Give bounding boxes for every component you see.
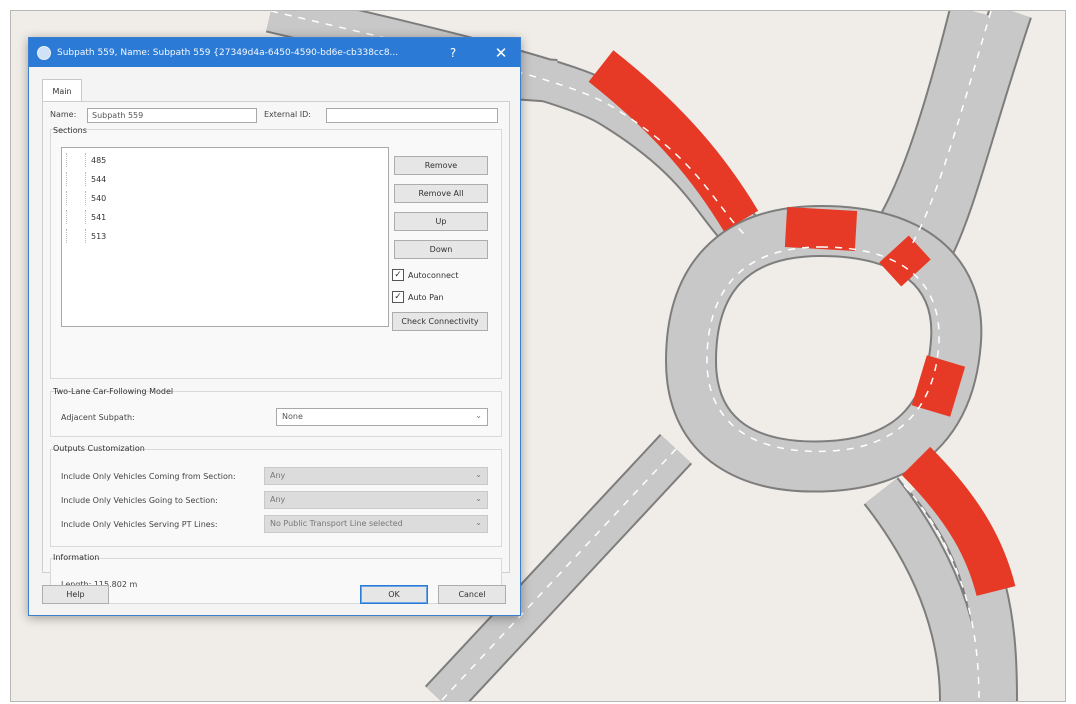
autoconnect-checkbox[interactable]: ✓ Autoconnect bbox=[392, 269, 458, 281]
list-item[interactable]: 544 bbox=[66, 170, 106, 188]
tab-main[interactable]: Main bbox=[42, 79, 82, 102]
check-connectivity-button[interactable]: Check Connectivity bbox=[392, 312, 488, 331]
main-panel: Name: Subpath 559 External ID: Sections … bbox=[42, 101, 510, 604]
dialog-titlebar[interactable]: Subpath 559, Name: Subpath 559 {27349d4a… bbox=[29, 38, 520, 67]
close-icon[interactable]: ✕ bbox=[487, 38, 515, 67]
adjacent-subpath-select[interactable]: None ⌄ bbox=[276, 408, 488, 426]
help-button[interactable]: Help bbox=[42, 585, 109, 604]
sections-title: Sections bbox=[53, 126, 87, 135]
cancel-button[interactable]: Cancel bbox=[438, 585, 506, 604]
going-to-select[interactable]: Any ⌄ bbox=[264, 491, 488, 509]
name-field[interactable]: Subpath 559 bbox=[87, 108, 257, 123]
list-item[interactable]: 513 bbox=[66, 227, 106, 245]
tree-lines bbox=[66, 172, 86, 186]
adjacent-subpath-value: None bbox=[282, 412, 303, 421]
list-item[interactable]: 485 bbox=[66, 151, 106, 169]
help-icon[interactable]: ? bbox=[439, 38, 467, 67]
tree-lines bbox=[66, 153, 86, 167]
dialog-title: Subpath 559, Name: Subpath 559 {27349d4a… bbox=[57, 47, 399, 58]
information-title: Information bbox=[53, 553, 100, 562]
checkbox-box: ✓ bbox=[392, 269, 404, 281]
up-button[interactable]: Up bbox=[394, 212, 488, 231]
external-id-label: External ID: bbox=[264, 110, 311, 119]
checkbox-box: ✓ bbox=[392, 291, 404, 303]
tree-lines bbox=[66, 191, 86, 205]
remove-all-button[interactable]: Remove All bbox=[394, 184, 488, 203]
section-id: 513 bbox=[91, 231, 107, 241]
tree-lines bbox=[66, 229, 86, 243]
going-to-label: Include Only Vehicles Going to Section: bbox=[61, 496, 218, 505]
chevron-down-icon: ⌄ bbox=[475, 518, 482, 527]
coming-from-label: Include Only Vehicles Coming from Sectio… bbox=[61, 472, 236, 481]
chevron-down-icon: ⌄ bbox=[475, 411, 482, 420]
pt-lines-select[interactable]: No Public Transport Line selected ⌄ bbox=[264, 515, 488, 533]
ok-button[interactable]: OK bbox=[360, 585, 428, 604]
pt-lines-label: Include Only Vehicles Serving PT Lines: bbox=[61, 520, 218, 529]
autopan-label: Auto Pan bbox=[408, 292, 444, 302]
coming-from-value: Any bbox=[270, 471, 286, 480]
section-id: 544 bbox=[91, 174, 107, 184]
adjacent-subpath-label: Adjacent Subpath: bbox=[61, 413, 135, 422]
tree-lines bbox=[66, 210, 86, 224]
subpath-dialog: Subpath 559, Name: Subpath 559 {27349d4a… bbox=[28, 37, 521, 616]
outputs-title: Outputs Customization bbox=[53, 444, 145, 453]
section-id: 540 bbox=[91, 193, 107, 203]
two-lane-title: Two-Lane Car-Following Model bbox=[53, 387, 174, 396]
name-label: Name: bbox=[50, 110, 77, 119]
pt-lines-value: No Public Transport Line selected bbox=[270, 519, 403, 528]
chevron-down-icon: ⌄ bbox=[475, 470, 482, 479]
list-item[interactable]: 541 bbox=[66, 208, 106, 226]
section-id: 541 bbox=[91, 212, 107, 222]
sections-list[interactable]: 485 544 540 541 513 bbox=[61, 147, 389, 327]
section-id: 485 bbox=[91, 155, 107, 165]
external-id-field[interactable] bbox=[326, 108, 498, 123]
down-button[interactable]: Down bbox=[394, 240, 488, 259]
going-to-value: Any bbox=[270, 495, 286, 504]
check-icon: ✓ bbox=[394, 291, 402, 302]
autoconnect-label: Autoconnect bbox=[408, 270, 459, 280]
coming-from-select[interactable]: Any ⌄ bbox=[264, 467, 488, 485]
app-icon bbox=[37, 45, 51, 60]
autopan-checkbox[interactable]: ✓ Auto Pan bbox=[392, 291, 444, 303]
chevron-down-icon: ⌄ bbox=[475, 494, 482, 503]
list-item[interactable]: 540 bbox=[66, 189, 106, 207]
check-icon: ✓ bbox=[394, 269, 402, 280]
remove-button[interactable]: Remove bbox=[394, 156, 488, 175]
